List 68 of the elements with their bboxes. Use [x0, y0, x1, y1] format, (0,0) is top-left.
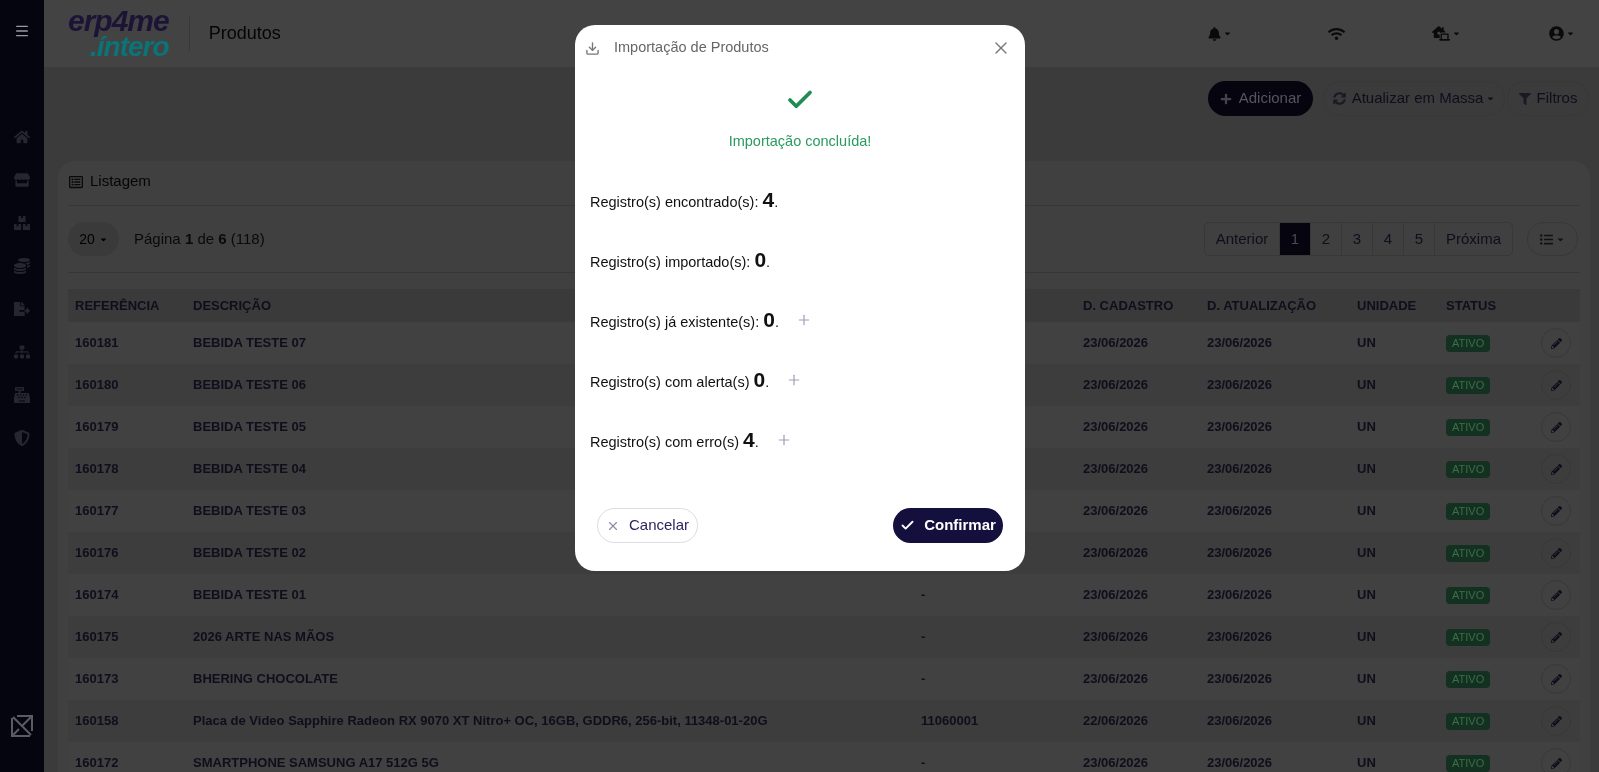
status-badge: ATIVO	[1446, 754, 1491, 772]
caret-icon	[1566, 29, 1575, 38]
check-icon	[900, 518, 916, 533]
pencil-icon	[1550, 379, 1562, 391]
pencil-icon	[1550, 463, 1562, 475]
caret-icon	[1223, 29, 1232, 38]
page-title: Produtos	[208, 22, 281, 45]
status-badge: ATIVO	[1446, 586, 1491, 604]
plus-icon	[1219, 92, 1232, 105]
home-icon[interactable]	[14, 129, 30, 145]
file-export-icon[interactable]	[14, 301, 30, 317]
table-cell-text: -	[921, 586, 926, 605]
status-badge: ATIVO	[1446, 712, 1491, 730]
pencil-icon	[1550, 757, 1562, 769]
status-badge: ATIVO	[1446, 376, 1491, 394]
menu-icon[interactable]	[14, 23, 30, 39]
sitemap-icon[interactable]	[14, 344, 30, 360]
status-badge: ATIVO	[1446, 544, 1491, 562]
coins-icon[interactable]	[14, 258, 30, 274]
page-button[interactable]: 1	[1279, 223, 1310, 255]
pencil-icon	[1550, 547, 1562, 559]
caret-icon	[1486, 94, 1496, 103]
pencil-icon	[1550, 589, 1562, 601]
result-line: Registro(s) já existente(s): 0.	[590, 307, 779, 334]
status-badge: ATIVO	[1446, 460, 1491, 478]
page-size-select[interactable]: 20	[68, 222, 119, 256]
refresh-icon	[1332, 92, 1346, 105]
table-cell-text: -	[921, 670, 926, 689]
table-cell-text: -	[921, 628, 926, 647]
success-message: Importação concluída!	[728, 132, 872, 151]
wifi-icon[interactable]	[1328, 26, 1345, 41]
bell-icon	[1208, 26, 1221, 41]
download-icon	[585, 40, 600, 56]
pencil-icon	[1550, 421, 1562, 433]
card-title: Listagem	[90, 171, 151, 192]
house-laptop-icon	[1432, 26, 1450, 41]
store-icon[interactable]	[14, 172, 30, 188]
pencil-icon	[1550, 715, 1562, 727]
notifications-button[interactable]	[1208, 26, 1232, 41]
pencil-icon	[1550, 631, 1562, 643]
pencil-icon	[1550, 505, 1562, 517]
table-list-icon	[69, 174, 83, 189]
crossed-square-logo-icon	[10, 714, 34, 738]
caret-icon	[1452, 29, 1461, 38]
table-cell-text: -	[921, 754, 926, 772]
status-badge: ATIVO	[1446, 670, 1491, 688]
status-badge: ATIVO	[1446, 628, 1491, 646]
pencil-icon	[1550, 337, 1562, 349]
user-icon	[1549, 26, 1564, 41]
list-icon	[1540, 232, 1553, 246]
shield-icon[interactable]	[14, 430, 30, 446]
result-line: Registro(s) com alerta(s) 0.	[590, 367, 770, 394]
confirm-button[interactable]: Confirmar	[893, 508, 1003, 543]
filter-icon	[1518, 92, 1531, 105]
boxes-icon[interactable]	[14, 215, 30, 231]
pencil-icon	[1550, 673, 1562, 685]
result-line: Registro(s) importado(s): 0.	[590, 247, 771, 274]
workstation-button[interactable]	[1432, 26, 1461, 41]
user-button[interactable]	[1549, 26, 1575, 41]
status-badge: ATIVO	[1446, 334, 1491, 352]
dialog-title: Importação de Produtos	[614, 38, 769, 58]
logo-text: .íntero	[90, 33, 169, 60]
status-badge: ATIVO	[1446, 502, 1491, 520]
result-line: Registro(s) com erro(s) 4.	[590, 427, 759, 454]
add-button[interactable]: Adicionar	[1208, 81, 1313, 116]
status-badge: ATIVO	[1446, 418, 1491, 436]
result-line: Registro(s) encontrado(s): 4.	[590, 187, 779, 214]
cash-register-icon[interactable]	[14, 387, 30, 403]
